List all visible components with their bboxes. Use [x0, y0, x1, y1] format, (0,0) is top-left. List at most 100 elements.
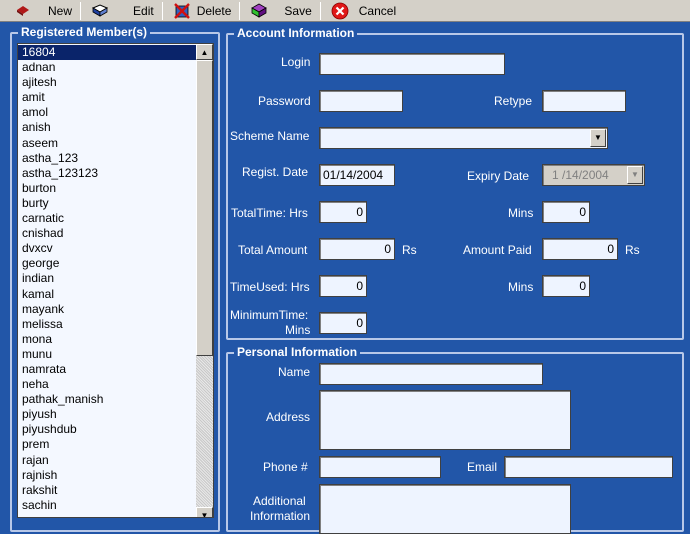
scroll-thumb[interactable]: [196, 60, 213, 356]
cancel-button[interactable]: Cancel: [325, 0, 400, 22]
edit-book-icon: [89, 2, 111, 20]
additional-information-label-2: Information: [250, 509, 311, 523]
retype-label: Retype: [494, 94, 533, 108]
phone-input[interactable]: [319, 456, 441, 478]
delete-label: Delete: [196, 3, 232, 18]
member-list-item[interactable]: astha_123123: [18, 166, 197, 181]
member-list-item[interactable]: cnishad: [18, 226, 197, 241]
email-input[interactable]: [504, 456, 673, 478]
amount-paid-input[interactable]: 0: [542, 238, 618, 260]
delete-button[interactable]: Delete: [167, 0, 236, 22]
member-list-item[interactable]: dvxcv: [18, 241, 197, 256]
member-list-item[interactable]: 16804: [18, 45, 197, 61]
delete-icon: [171, 2, 193, 20]
new-button[interactable]: New: [8, 0, 76, 22]
time-used-mins-label: Mins: [508, 280, 534, 294]
total-time-label: TotalTime: Hrs: [231, 206, 308, 220]
login-label: Login: [281, 55, 311, 69]
total-amount-label: Total Amount: [238, 243, 308, 257]
members-scrollbar[interactable]: ▲ ▼: [196, 44, 213, 517]
expiry-date-picker: 1 /14/2004 ▼: [542, 164, 645, 186]
member-list-item[interactable]: astha_123: [18, 151, 197, 166]
member-list-item[interactable]: indian: [18, 271, 197, 286]
scheme-name-label: Scheme Name: [230, 129, 310, 143]
save-icon: [248, 2, 270, 20]
minimum-time-input[interactable]: 0: [319, 312, 367, 334]
member-list-item[interactable]: namrata: [18, 362, 197, 377]
chevron-down-icon[interactable]: ▼: [590, 129, 606, 147]
member-list-item[interactable]: sachin: [18, 498, 197, 513]
member-list-item[interactable]: carnatic: [18, 211, 197, 226]
name-input[interactable]: [319, 363, 543, 385]
amount-paid-unit: Rs: [625, 243, 640, 257]
regist-date-label: Regist. Date: [242, 165, 309, 179]
member-list-item[interactable]: kamal: [18, 287, 197, 302]
member-list-item[interactable]: amit: [18, 90, 197, 105]
member-list-item[interactable]: neha: [18, 377, 197, 392]
member-list-item[interactable]: melissa: [18, 317, 197, 332]
total-time-mins-input[interactable]: 0: [542, 201, 590, 223]
member-list-item[interactable]: burty: [18, 196, 197, 211]
minimum-time-label: MinimumTime:: [230, 308, 309, 322]
phone-label: Phone #: [263, 460, 308, 474]
address-label: Address: [266, 410, 311, 424]
scheme-name-select[interactable]: ▼: [319, 127, 608, 149]
save-button[interactable]: Save: [244, 0, 315, 22]
new-label: New: [48, 3, 73, 18]
scroll-up-button[interactable]: ▲: [196, 44, 213, 60]
toolbar: New Edit Delete Save Cancel: [0, 0, 690, 22]
name-label: Name: [278, 365, 311, 379]
toolbar-separator: [319, 1, 321, 20]
member-list-item[interactable]: anish: [18, 120, 197, 135]
edit-button[interactable]: Edit: [85, 0, 158, 22]
time-used-label: TimeUsed: Hrs: [230, 280, 310, 294]
member-list-item[interactable]: mona: [18, 332, 197, 347]
chevron-down-icon: ▼: [627, 166, 643, 184]
cancel-icon: [329, 2, 351, 20]
minimum-time-mins-label: Mins: [285, 323, 311, 337]
member-list-item[interactable]: ajitesh: [18, 75, 197, 90]
address-textarea[interactable]: [319, 390, 571, 450]
cancel-label: Cancel: [358, 3, 397, 18]
edit-label: Edit: [133, 3, 154, 18]
total-time-hrs-input[interactable]: 0: [319, 201, 367, 223]
member-list-item[interactable]: piyushdub: [18, 422, 197, 437]
retype-password-input[interactable]: [542, 90, 626, 112]
regist-date-input[interactable]: 01/14/2004: [319, 164, 395, 186]
additional-information-textarea[interactable]: [319, 484, 571, 534]
login-input[interactable]: [319, 53, 505, 75]
member-list-item[interactable]: piyush: [18, 407, 197, 422]
member-list-item[interactable]: rajnish: [18, 468, 197, 483]
member-list-item[interactable]: mayank: [18, 302, 197, 317]
member-list: 16804 adnan ajitesh amit amol anish aseem astha…: [18, 45, 197, 513]
total-amount-input[interactable]: 0: [319, 238, 395, 260]
time-used-hrs-input[interactable]: 0: [319, 275, 367, 297]
member-list-item[interactable]: aseem: [18, 136, 197, 151]
account-information-title: Account Information: [234, 26, 358, 40]
personal-information-title: Personal Information: [234, 345, 361, 359]
amount-paid-label: Amount Paid: [463, 243, 532, 257]
toolbar-separator: [161, 1, 163, 20]
registered-members-title: Registered Member(s): [18, 25, 151, 39]
member-list-item[interactable]: prem: [18, 437, 197, 452]
members-listbox[interactable]: 16804 adnan ajitesh amit amol anish aseem astha…: [17, 43, 214, 518]
toolbar-separator: [239, 1, 241, 20]
member-list-item[interactable]: rakshit: [18, 483, 197, 498]
total-time-mins-label: Mins: [508, 206, 534, 220]
time-used-mins-input[interactable]: 0: [542, 275, 590, 297]
member-list-item[interactable]: burton: [18, 181, 197, 196]
email-label: Email: [467, 460, 498, 474]
member-list-item[interactable]: george: [18, 256, 197, 271]
total-amount-unit: Rs: [402, 243, 417, 257]
member-list-item[interactable]: pathak_manish: [18, 392, 197, 407]
expiry-date-value: 1 /14/2004: [552, 168, 609, 182]
member-list-item[interactable]: amol: [18, 105, 197, 120]
member-list-item[interactable]: rajan: [18, 453, 197, 468]
additional-information-label: Additional: [253, 494, 306, 508]
member-list-item[interactable]: adnan: [18, 60, 197, 75]
password-input[interactable]: [319, 90, 403, 112]
scroll-down-button[interactable]: ▼: [196, 507, 213, 517]
member-list-item[interactable]: munu: [18, 347, 197, 362]
save-label: Save: [284, 3, 312, 18]
expiry-date-label: Expiry Date: [467, 169, 530, 183]
